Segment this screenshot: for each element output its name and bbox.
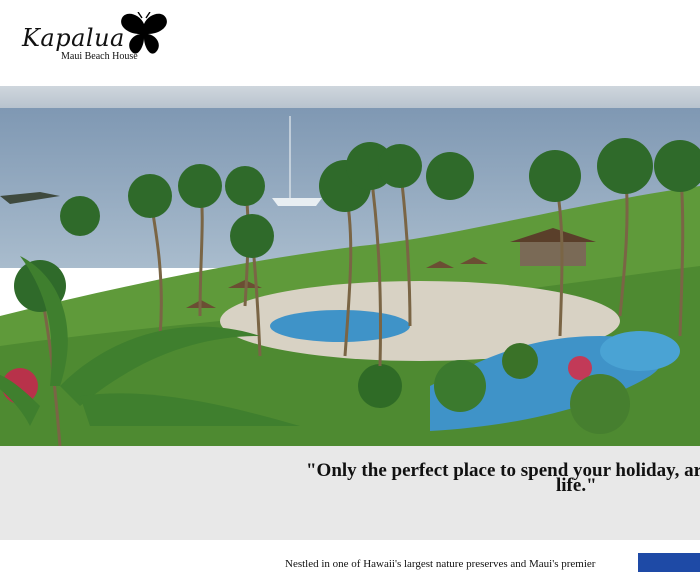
quote-line-2: life." — [556, 475, 597, 496]
hero-photo — [0, 86, 700, 446]
brand-name: Kapalua — [22, 24, 125, 52]
intro-paragraph: Nestled in one of Hawaii's largest natur… — [285, 558, 596, 570]
hero-image — [0, 86, 700, 446]
quote-line-1: "Only the perfect place to spend your ho… — [306, 460, 700, 481]
side-image-thumbnail — [638, 553, 700, 572]
brand-tagline: Maui Beach House — [61, 51, 138, 62]
site-header: Kapalua Maui Beach House — [0, 0, 700, 86]
quote-band: "Only the perfect place to spend your ho… — [0, 446, 700, 540]
brand-logo[interactable]: Kapalua Maui Beach House — [22, 10, 182, 70]
